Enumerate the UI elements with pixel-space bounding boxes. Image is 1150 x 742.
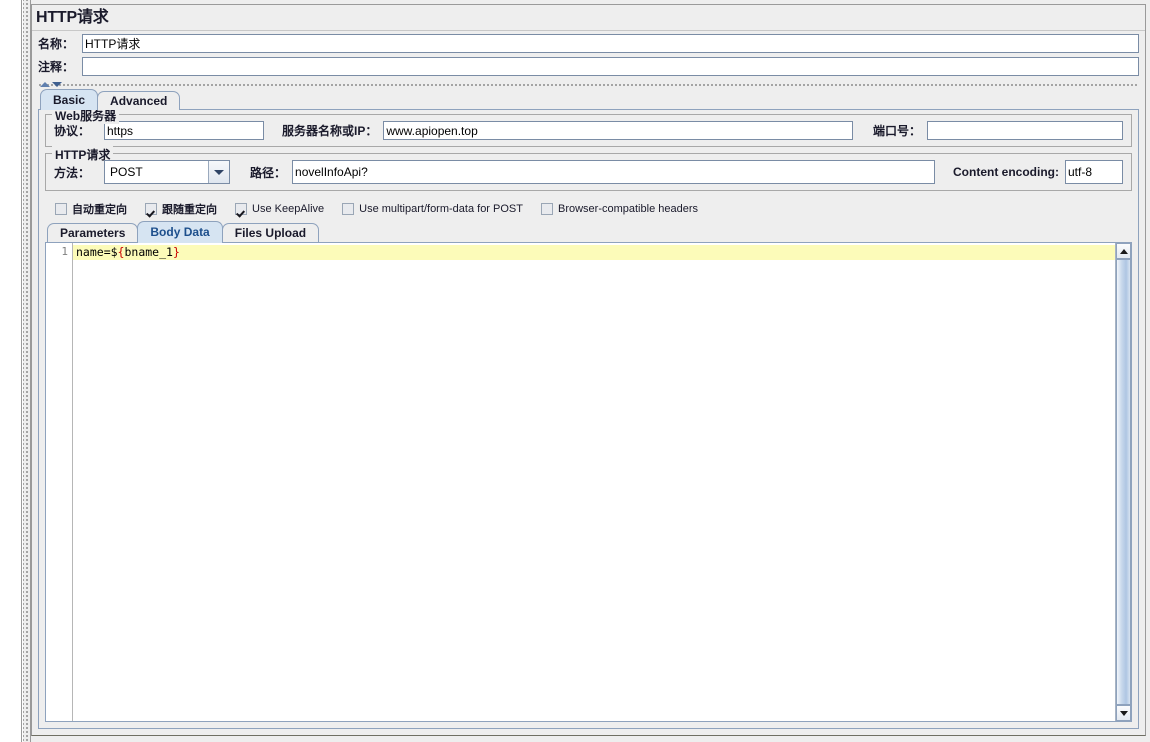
scrollbar-track[interactable] [1116, 259, 1131, 705]
variable-name: bname_1 [124, 245, 173, 259]
checkbox-browser-compatible-headers-box[interactable] [540, 203, 553, 215]
editor-vertical-scrollbar[interactable] [1115, 243, 1131, 721]
server-label: 服务器名称或IP： [282, 124, 378, 138]
body-text-prefix: name=$ [76, 245, 118, 259]
web-server-row: 协议： 服务器名称或IP： 端口号： [54, 121, 1123, 140]
port-label: 端口号： [872, 124, 921, 138]
method-selected-value: POST [110, 165, 143, 179]
name-comment-block: 名称： 注释： [32, 31, 1145, 79]
method-label: 方法： [54, 165, 91, 180]
method-combobox[interactable]: POST [104, 160, 230, 184]
checkbox-follow-redirect-box[interactable] [145, 203, 157, 215]
checkbox-multipart-form-data-box[interactable] [342, 203, 355, 215]
checkbox-browser-compatible-headers[interactable]: Browser-compatible headers [540, 203, 698, 215]
page-title: HTTP请求 [32, 5, 1145, 31]
editor-line-numbers: 1 [46, 243, 73, 721]
editor-text-area[interactable]: name=${bname_1} [73, 243, 1115, 721]
comment-row: 注释： [38, 56, 1139, 77]
chevron-down-icon [214, 169, 224, 175]
protocol-label: 协议： [54, 124, 91, 138]
arrow-up-icon [1119, 248, 1128, 254]
request-data-tabstrip: Parameters Body Data Files Upload [45, 221, 1132, 243]
left-tree-pane [0, 0, 22, 742]
scroll-down-button[interactable] [1116, 705, 1131, 721]
tab-basic[interactable]: Basic [40, 89, 99, 110]
checkbox-browser-compatible-headers-label: Browser-compatible headers [557, 203, 698, 215]
path-label: 路径： [250, 165, 287, 180]
checkbox-follow-redirect[interactable]: 跟随重定向 [145, 201, 217, 217]
http-request-row: 方法： POST 路径： Content encoding: [54, 160, 1123, 184]
checkbox-auto-redirect-box[interactable] [55, 203, 67, 215]
port-input[interactable] [927, 121, 1123, 140]
checkbox-use-keepalive-box[interactable] [235, 203, 247, 215]
name-input[interactable] [82, 34, 1139, 53]
checkbox-use-keepalive-label: Use KeepAlive [252, 203, 325, 215]
method-dropdown-button[interactable] [208, 161, 229, 183]
body-data-editor: 1 name=${bname_1} [45, 242, 1132, 722]
http-request-group: HTTP请求 方法： POST 路径： Content encoding: [45, 146, 1132, 191]
main-tab-container: Basic Advanced Web服务器 协议： 服务器名称或IP： 端口号： [38, 89, 1139, 729]
content-encoding-input[interactable] [1065, 160, 1123, 184]
comment-input[interactable] [82, 57, 1139, 76]
tab-parameters[interactable]: Parameters [47, 223, 139, 243]
name-label: 名称： [38, 37, 75, 51]
main-tabstrip: Basic Advanced [38, 89, 1139, 110]
basic-tab-panel: Web服务器 协议： 服务器名称或IP： 端口号： HTTP请求 方法： [38, 107, 1139, 729]
variable-close-delimiter: } [172, 245, 180, 259]
server-name-input[interactable] [383, 121, 853, 140]
checkbox-multipart-form-data[interactable]: Use multipart/form-data for POST [342, 203, 523, 215]
horizontal-split-divider[interactable] [38, 80, 1139, 89]
path-input[interactable] [292, 160, 936, 184]
scroll-up-button[interactable] [1116, 243, 1131, 259]
http-request-panel: HTTP请求 名称： 注释： Basic Advanced [31, 4, 1146, 736]
split-collapse-up-icon[interactable] [40, 82, 50, 87]
checkbox-use-keepalive[interactable]: Use KeepAlive [235, 203, 324, 215]
tab-files-upload[interactable]: Files Upload [221, 223, 320, 243]
protocol-input[interactable] [104, 121, 264, 140]
content-encoding-label: Content encoding: [953, 165, 1059, 179]
comment-label: 注释： [38, 60, 75, 74]
request-options-row: 自动重定向 跟随重定向 Use KeepAlive Use multipart/… [55, 201, 1132, 217]
arrow-down-icon [1119, 710, 1128, 716]
application-window: HTTP请求 名称： 注释： Basic Advanced [0, 0, 1150, 742]
split-collapse-down-icon[interactable] [52, 82, 62, 87]
checkbox-auto-redirect-label: 自动重定向 [72, 204, 127, 216]
checkbox-multipart-form-data-label: Use multipart/form-data for POST [359, 203, 523, 215]
name-row: 名称： [38, 33, 1139, 54]
web-server-group: Web服务器 协议： 服务器名称或IP： 端口号： [45, 107, 1132, 147]
request-data-tab-container: Parameters Body Data Files Upload 1 name… [45, 221, 1132, 722]
checkbox-follow-redirect-label: 跟随重定向 [162, 204, 217, 216]
editor-line-1[interactable]: name=${bname_1} [73, 245, 1115, 260]
scrollbar-thumb[interactable] [1116, 259, 1131, 705]
checkbox-auto-redirect[interactable]: 自动重定向 [55, 201, 127, 217]
vertical-split-divider[interactable] [22, 0, 31, 742]
tab-body-data[interactable]: Body Data [137, 221, 223, 243]
